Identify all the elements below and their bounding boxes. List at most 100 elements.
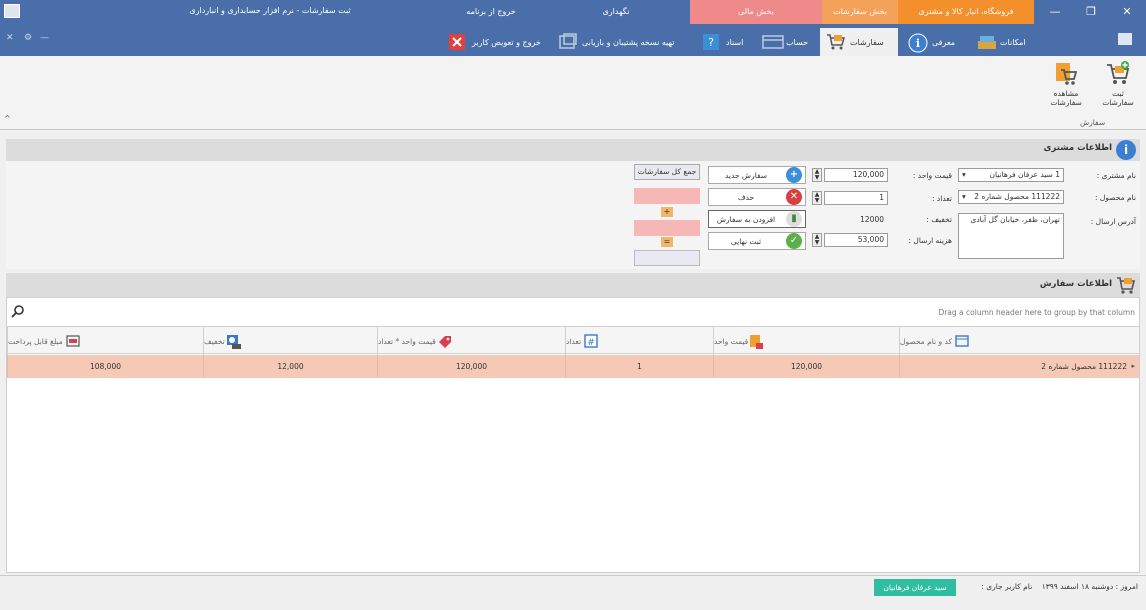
add-icon: + [786,167,802,183]
orders-panel-header: اطلاعات سفارش [6,273,1140,297]
view-cart-icon [1053,60,1079,86]
delete-button[interactable]: ✕ حذف [708,188,806,206]
context-tab-store[interactable]: فروشگاه، انبار کالا و مشتری [898,0,1034,24]
group-by-hint: Drag a column header here to group by th… [938,308,1135,317]
bottle-icon: ▮ [786,211,802,227]
total-box-result [634,250,700,266]
context-tab-maintenance[interactable]: نگهداری [544,0,688,24]
add-cart-icon [1105,60,1131,86]
svg-text:?: ? [708,36,714,49]
discount-label: تخفیف : [926,215,952,224]
quantity-label: تعداد : [932,194,952,203]
info-icon: i [1116,140,1136,160]
tab-backup[interactable]: تهیه نسخه پشتیبان و بازیابی [552,28,680,56]
ribbon-collapse-icon[interactable]: ^ [4,114,11,123]
cell-payable[interactable]: 108,000 [7,355,203,378]
customer-name-label: نام مشتری : [1096,171,1136,180]
payable-icon [66,334,80,348]
product-name-select[interactable]: 111222 محصول شماره 2 ▾ [958,190,1064,204]
discount-value: 12000 [860,215,884,224]
tab-intro[interactable]: i معرفی [902,28,961,56]
cell-subtotal[interactable]: 120,000 [377,355,565,378]
orders-panel-title: اطلاعات سفارش [1039,279,1112,289]
quantity-spinner[interactable]: ▲ ▼ [812,191,822,205]
tab-documents[interactable]: ? اسناد [696,28,749,56]
register-orders-button[interactable]: ثبت سفارشات [1096,60,1140,107]
mdi-close-icon[interactable]: ✕ [6,33,14,43]
column-quantity[interactable]: # تعداد [565,327,713,355]
ribbon-group-label: سفارش [1080,118,1106,127]
status-bar: امروز : دوشنبه ۱۸ اسفند ۱۳۹۹ نام کاربر ج… [0,575,1146,599]
minimize-icon[interactable]: — [1036,0,1074,24]
context-tab-orders[interactable]: بخش سفارشات [822,0,898,24]
shipping-label: هزینه ارسال : [908,236,952,245]
context-tab-exit[interactable]: خروج از برنامه [438,0,544,24]
tab-orders[interactable]: سفارشات [820,28,898,56]
tab-tools[interactable]: امکانات [970,28,1032,56]
exit-icon [448,33,468,51]
cell-quantity[interactable]: 1 [565,355,713,378]
orders-grid: Drag a column header here to group by th… [6,297,1140,573]
close-icon[interactable]: ✕ [1108,0,1146,24]
current-user-badge: سید عرفان فرهانیان [874,579,956,596]
new-order-button[interactable]: + سفارش جدید [708,166,806,184]
search-icon[interactable] [11,304,25,318]
equals-sign: = [661,237,673,247]
maximize-icon[interactable]: ❐ [1072,0,1110,24]
mdi-settings-icon[interactable]: ⚙ [24,33,32,43]
tab-logout[interactable]: خروج و تعویض کاربر [442,28,547,56]
customer-panel: نام مشتری : 1 سید عرفان فرهانیان ▾ نام م… [6,161,1140,269]
unit-price-input[interactable]: 120,000 [824,168,888,182]
ribbon: ثبت سفارشات مشاهده سفارشات سفارش ^ [0,56,1146,130]
column-product[interactable]: کد و نام محصول [899,327,1139,355]
cell-discount[interactable]: 12,000 [203,355,377,378]
column-subtotal[interactable]: قیمت واحد * تعداد [377,327,565,355]
table-row[interactable]: ▸ 111222 محصول شماره 2 120,000 1 120,000… [7,355,1139,378]
plus-sign: + [661,207,673,217]
app-icon[interactable] [4,4,20,18]
customer-name-select[interactable]: 1 سید عرفان فرهانیان ▾ [958,168,1064,182]
cell-product[interactable]: 111222 محصول شماره 2 [899,355,1139,378]
address-textarea[interactable]: تهران، ظفر، خیابان گل آبادی [958,213,1064,259]
tools-icon [976,33,996,51]
context-tab-finance[interactable]: بخش مالی [690,0,822,24]
cart-icon [1116,275,1136,295]
status-text: امروز : دوشنبه ۱۸ اسفند ۱۳۹۹ نام کاربر ج… [981,582,1138,591]
delete-icon: ✕ [786,189,802,205]
column-unit-price[interactable]: قیمت واحد [713,327,899,355]
info-icon: i [908,33,928,53]
account-icon [762,33,784,51]
backup-icon [558,33,578,51]
hash-icon: # [584,334,598,348]
cell-unit-price[interactable]: 120,000 [713,355,899,378]
status-user-label: نام کاربر جاری : [981,582,1033,591]
unit-price-spinner[interactable]: ▲ ▼ [812,168,822,182]
discount-icon [226,334,242,349]
total-box-1 [634,188,700,204]
product-icon [955,334,969,348]
product-name-label: نام محصول : [1095,193,1136,202]
shipping-spinner[interactable]: ▲ ▼ [812,233,822,247]
shipping-input[interactable]: 53,000 [824,233,888,247]
column-discount[interactable]: تخفیف [203,327,377,355]
window-title: ثبت سفارشات - نرم افزار حسابداری و انبار… [189,6,351,15]
tab-account[interactable]: حساب [756,28,814,56]
final-submit-button[interactable]: ✓ ثبت نهایی [708,232,806,250]
customer-panel-title: اطلاعات مشتری [1043,143,1112,153]
mdi-minimize-icon[interactable]: — [40,33,49,43]
unit-price-label: قیمت واحد : [912,171,952,180]
add-to-order-button[interactable]: ▮ افزودن به سفارش [708,210,806,228]
panel-toggle-icon[interactable] [1118,33,1132,45]
title-bar: ثبت سفارشات - نرم افزار حسابداری و انبار… [0,0,1146,56]
quantity-input[interactable]: 1 [824,191,888,205]
price-tag-icon [750,334,765,349]
chevron-down-icon: ▾ [962,192,966,201]
customer-panel-header: i اطلاعات مشتری [6,139,1140,161]
address-label: آدرس ارسال : [1090,217,1136,226]
status-date: امروز : دوشنبه ۱۸ اسفند ۱۳۹۹ [1041,582,1138,591]
cart-icon [826,33,846,51]
column-payable[interactable]: مبلغ قابل پرداخت [7,327,203,355]
view-orders-button[interactable]: مشاهده سفارشات [1044,60,1088,107]
grid-header: کد و نام محصول قیمت واحد # تعداد قیمت وا… [7,326,1139,355]
svg-text:i: i [916,37,920,50]
